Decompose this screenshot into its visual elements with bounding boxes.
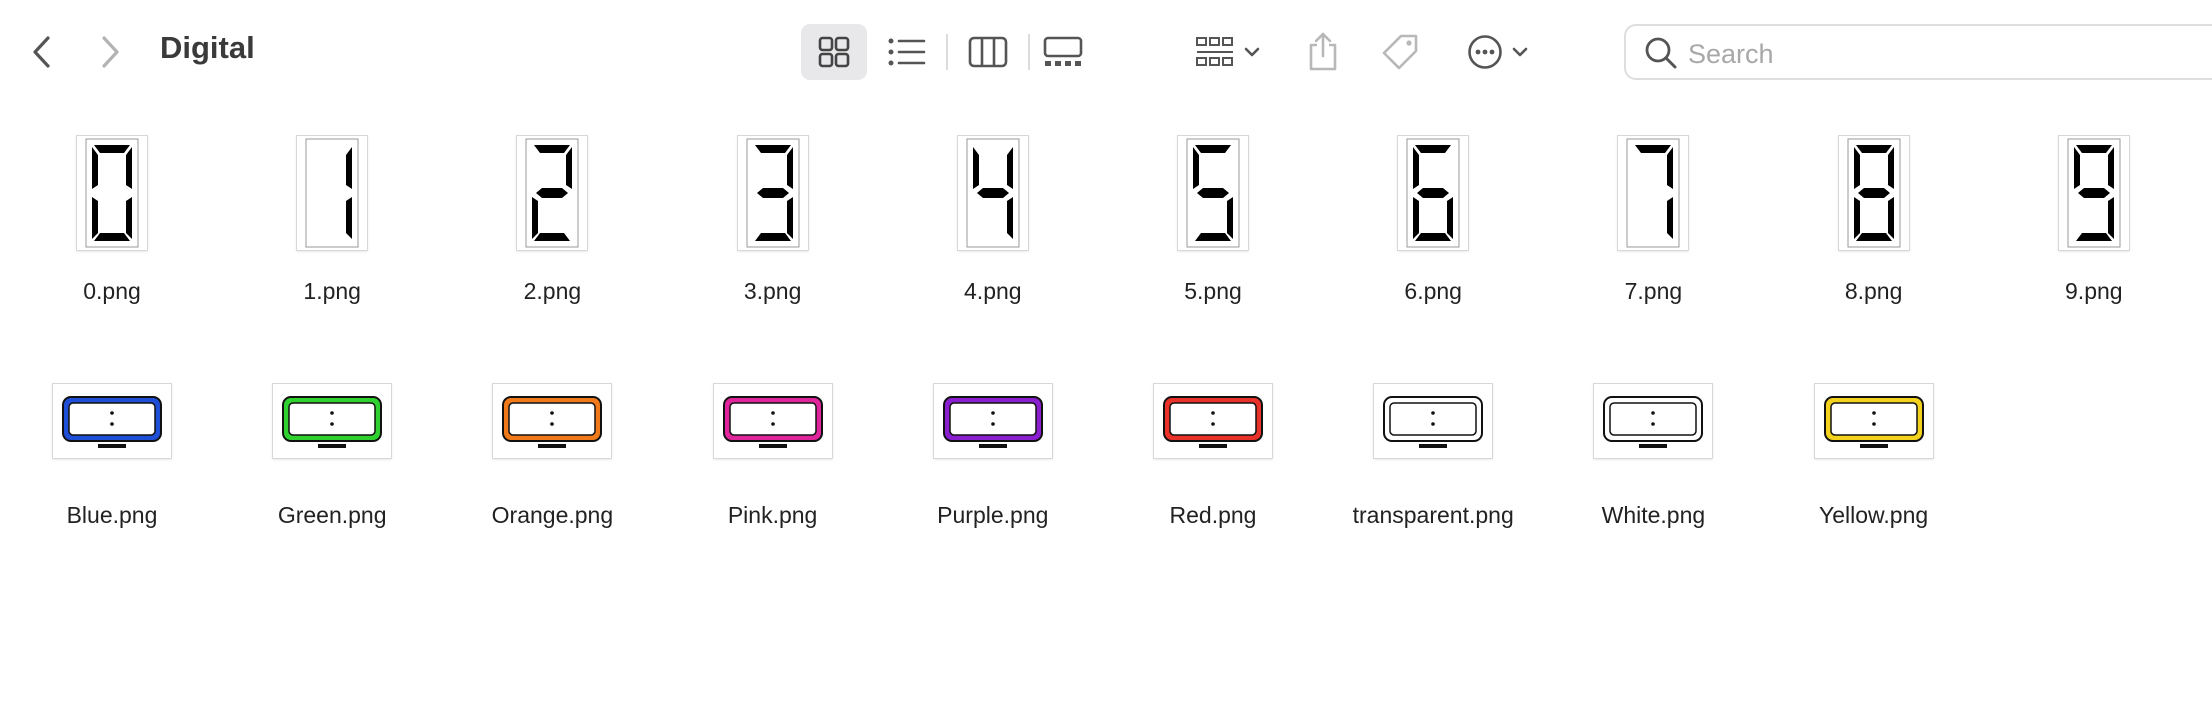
finder-toolbar: Digital Search [0, 0, 2212, 104]
clock-thumbnail [1774, 384, 1974, 458]
toolbar-divider [946, 34, 948, 70]
clock-thumbnail [1333, 384, 1533, 458]
chevron-right-icon [102, 36, 119, 68]
column-view-icon [968, 36, 1008, 68]
digit-thumbnail [452, 136, 652, 250]
share-icon [1309, 32, 1337, 71]
file-name: 9.png [2065, 278, 2123, 304]
digit-thumbnail [673, 136, 873, 250]
icon-view-button[interactable] [801, 24, 867, 80]
share-button[interactable] [1300, 22, 1346, 80]
digit-thumbnail [232, 136, 432, 250]
group-by-icon [1196, 37, 1233, 66]
clock-thumbnail [1553, 384, 1753, 458]
gallery-view-icon [1043, 36, 1083, 66]
chevron-left-icon [33, 36, 50, 68]
back-button[interactable] [22, 30, 62, 74]
window-title: Digital [160, 30, 255, 65]
clock-thumbnail [1113, 384, 1313, 458]
digit-thumbnail [12, 136, 212, 250]
search-field[interactable]: Search [1624, 24, 2212, 80]
tag-button[interactable] [1376, 24, 1424, 80]
chevron-down-icon [1244, 47, 1260, 57]
file-name: Yellow.png [1819, 502, 1929, 528]
more-actions-icon [1468, 35, 1502, 69]
chevron-down-icon [1512, 47, 1528, 57]
digit-thumbnail [1113, 136, 1313, 250]
clock-thumbnail [673, 384, 873, 458]
icon-view-icon [818, 36, 850, 68]
list-view-button[interactable] [874, 24, 940, 80]
more-actions-button[interactable] [1460, 24, 1536, 80]
clock-thumbnail [12, 384, 212, 458]
gallery-view-button[interactable] [1030, 24, 1096, 80]
clock-thumbnail [232, 384, 432, 458]
digit-thumbnail [1774, 136, 1974, 250]
digit-thumbnail [1553, 136, 1753, 250]
clock-thumbnail [893, 384, 1093, 458]
search-icon [1645, 37, 1677, 69]
search-placeholder: Search [1688, 39, 1774, 69]
clock-thumbnail [452, 384, 652, 458]
digit-thumbnail [1333, 136, 1533, 250]
digit-thumbnail [1994, 136, 2194, 250]
tag-icon [1382, 34, 1418, 70]
column-view-button[interactable] [955, 24, 1021, 80]
group-by-button[interactable] [1188, 24, 1268, 80]
forward-button[interactable] [90, 30, 130, 74]
list-view-icon [888, 38, 926, 66]
digit-thumbnail [893, 136, 1093, 250]
